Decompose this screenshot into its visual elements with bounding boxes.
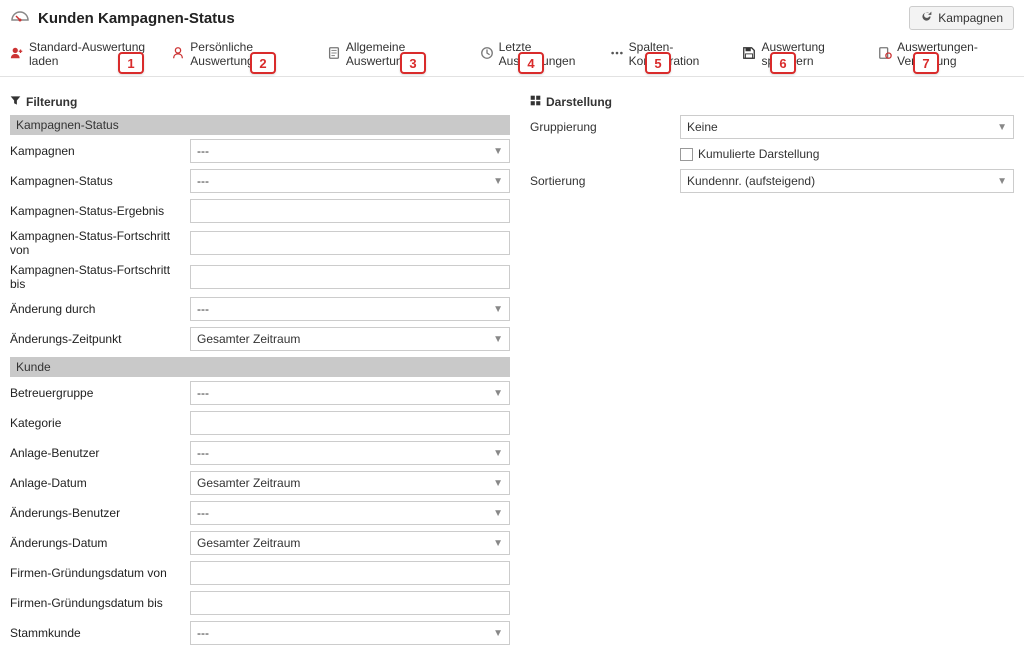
refresh-icon [920, 10, 933, 26]
select-betreuergruppe[interactable]: ---▼ [190, 381, 510, 405]
select-sortierung[interactable]: Kundennr. (aufsteigend)▼ [680, 169, 1014, 193]
chevron-down-icon: ▼ [997, 122, 1007, 133]
label-aenderungs-zeitpunkt: Änderungs-Zeitpunkt [10, 332, 190, 346]
label-betreuergruppe: Betreuergruppe [10, 386, 190, 400]
label-gruppierung: Gruppierung [530, 120, 680, 134]
group-kunde: Kunde [10, 357, 510, 377]
chevron-down-icon: ▼ [997, 176, 1007, 187]
label-kampagnen: Kampagnen [10, 144, 190, 158]
gear-doc-icon [878, 46, 892, 63]
page-title: Kunden Kampagnen-Status [38, 10, 235, 27]
darstellung-header: Darstellung [530, 95, 1014, 109]
label-aenderungs-benutzer: Änderungs-Benutzer [10, 506, 190, 520]
label-ergebnis: Kampagnen-Status-Ergebnis [10, 204, 190, 218]
chevron-down-icon: ▼ [493, 628, 503, 639]
dots-icon [610, 46, 624, 63]
callout-4: 4 [518, 52, 544, 74]
group-kampagnen-status: Kampagnen-Status [10, 115, 510, 135]
toolbar-allgemeine[interactable]: Allgemeine Auswertungen [327, 40, 462, 68]
label-sortierung: Sortierung [530, 174, 680, 188]
select-anlage-benutzer[interactable]: ---▼ [190, 441, 510, 465]
label-fortschritt-von: Kampagnen-Status-Fortschritt von [10, 229, 190, 257]
chevron-down-icon: ▼ [493, 508, 503, 519]
chevron-down-icon: ▼ [493, 146, 503, 157]
user-plus-icon [10, 46, 24, 63]
filterung-header: Filterung [10, 95, 510, 109]
label-anlage-benutzer: Anlage-Benutzer [10, 446, 190, 460]
chevron-down-icon: ▼ [493, 304, 503, 315]
chevron-down-icon: ▼ [493, 334, 503, 345]
label-anlage-datum: Anlage-Datum [10, 476, 190, 490]
kampagnen-button[interactable]: Kampagnen [909, 6, 1014, 30]
callout-3: 3 [400, 52, 426, 74]
select-gruppierung[interactable]: Keine▼ [680, 115, 1014, 139]
document-icon [327, 46, 341, 63]
callout-1: 1 [118, 52, 144, 74]
user-icon [171, 46, 185, 63]
input-fortschritt-bis[interactable] [190, 265, 510, 289]
select-aenderungs-datum[interactable]: Gesamter Zeitraum▼ [190, 531, 510, 555]
input-gruendung-bis[interactable] [190, 591, 510, 615]
input-gruendung-von[interactable] [190, 561, 510, 585]
input-fortschritt-von[interactable] [190, 231, 510, 255]
label-gruendung-von: Firmen-Gründungsdatum von [10, 566, 190, 580]
label-gruendung-bis: Firmen-Gründungsdatum bis [10, 596, 190, 610]
label-stammkunde: Stammkunde [10, 626, 190, 640]
label-kumuliert: Kumulierte Darstellung [698, 147, 819, 161]
callout-5: 5 [645, 52, 671, 74]
callout-6: 6 [770, 52, 796, 74]
select-aenderung-durch[interactable]: ---▼ [190, 297, 510, 321]
label-aenderungs-datum: Änderungs-Datum [10, 536, 190, 550]
select-kampagnen-status[interactable]: ---▼ [190, 169, 510, 193]
chevron-down-icon: ▼ [493, 176, 503, 187]
toolbar-label: Letzte Auswertungen [499, 40, 592, 68]
label-fortschritt-bis: Kampagnen-Status-Fortschritt bis [10, 263, 190, 291]
checkbox-kumuliert[interactable] [680, 148, 693, 161]
label-kampagnen-status: Kampagnen-Status [10, 174, 190, 188]
kampagnen-button-label: Kampagnen [938, 11, 1003, 25]
input-kategorie[interactable] [190, 411, 510, 435]
filterung-title: Filterung [26, 95, 77, 109]
gauge-icon [10, 10, 30, 26]
select-kampagnen[interactable]: ---▼ [190, 139, 510, 163]
toolbar-verwaltung[interactable]: Auswertungen-Verwaltung [878, 40, 1014, 68]
callout-7: 7 [913, 52, 939, 74]
chevron-down-icon: ▼ [493, 448, 503, 459]
label-aenderung-durch: Änderung durch [10, 302, 190, 316]
input-ergebnis[interactable] [190, 199, 510, 223]
select-aenderungs-benutzer[interactable]: ---▼ [190, 501, 510, 525]
toolbar-label: Spalten-Konfiguration [629, 40, 725, 68]
select-anlage-datum[interactable]: Gesamter Zeitraum▼ [190, 471, 510, 495]
select-stammkunde[interactable]: ---▼ [190, 621, 510, 645]
filter-icon [10, 95, 21, 109]
layout-icon [530, 95, 541, 109]
toolbar-speichern[interactable]: Auswertung speichern [742, 40, 860, 68]
clock-icon [480, 46, 494, 63]
darstellung-title: Darstellung [546, 95, 612, 109]
select-aenderungs-zeitpunkt[interactable]: Gesamter Zeitraum▼ [190, 327, 510, 351]
callout-2: 2 [250, 52, 276, 74]
toolbar-persoenliche[interactable]: Persönliche Auswertungen [171, 40, 309, 68]
chevron-down-icon: ▼ [493, 388, 503, 399]
chevron-down-icon: ▼ [493, 538, 503, 549]
toolbar: Standard-Auswertung laden Persönliche Au… [0, 34, 1024, 77]
chevron-down-icon: ▼ [493, 478, 503, 489]
label-kategorie: Kategorie [10, 416, 190, 430]
save-icon [742, 46, 756, 63]
